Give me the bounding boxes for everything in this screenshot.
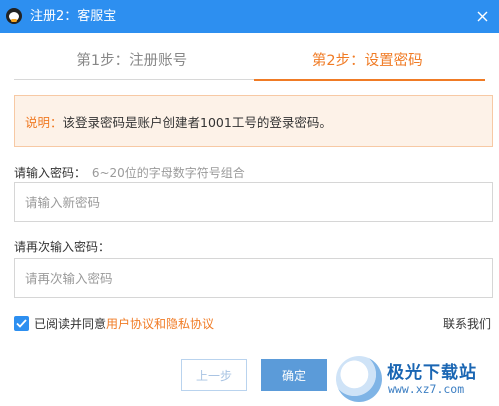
previous-step-button[interactable]: 上一步	[181, 359, 247, 391]
watermark: 极光下载站 www.xz7.com	[332, 354, 499, 406]
title-bar: 注册2：客服宝	[0, 0, 499, 33]
window-title: 注册2：客服宝	[30, 9, 117, 24]
watermark-logo-icon	[336, 356, 382, 402]
step-tabs: 第1步：注册账号 第2步：设置密码	[14, 38, 486, 81]
confirm-password-input[interactable]	[14, 258, 493, 298]
password-input[interactable]	[14, 182, 493, 222]
agreement-text: 已阅读并同意	[34, 316, 107, 331]
watermark-title: 极光下载站	[387, 363, 477, 383]
confirm-password-label: 请再次输入密码：	[14, 240, 111, 254]
password-hint: 6~20位的字母数字符号组合	[91, 166, 245, 180]
notice-label: 说明：	[25, 114, 63, 130]
confirm-button[interactable]: 确定	[261, 359, 327, 391]
close-button[interactable]	[473, 7, 491, 25]
watermark-url: www.xz7.com	[388, 382, 465, 396]
password-field-label: 请输入密码： 6~20位的字母数字符号组合	[14, 164, 245, 181]
close-icon	[477, 11, 487, 21]
notice-text: 该登录密码是账户创建者1001工号的登录密码。	[62, 114, 332, 130]
app-icon	[6, 8, 22, 24]
confirm-password-field-label: 请再次输入密码：	[14, 238, 110, 255]
tab-step-2-label: 第2步：设置密码	[311, 52, 423, 69]
notice-box: 说明： 该登录密码是账户创建者1001工号的登录密码。	[14, 95, 493, 147]
agreement-row: 已阅读并同意 用户协议和隐私协议	[14, 314, 214, 332]
agreement-link[interactable]: 用户协议和隐私协议	[106, 315, 214, 332]
checkmark-icon	[16, 318, 27, 328]
password-label: 请输入密码：	[14, 166, 87, 180]
tab-step-1[interactable]: 第1步：注册账号	[14, 38, 250, 80]
tab-step-2[interactable]: 第2步：设置密码	[250, 38, 486, 81]
contact-us-link[interactable]: 联系我们	[443, 315, 491, 332]
tab-step-1-label: 第1步：注册账号	[76, 52, 188, 69]
agreement-checkbox[interactable]	[14, 315, 29, 331]
